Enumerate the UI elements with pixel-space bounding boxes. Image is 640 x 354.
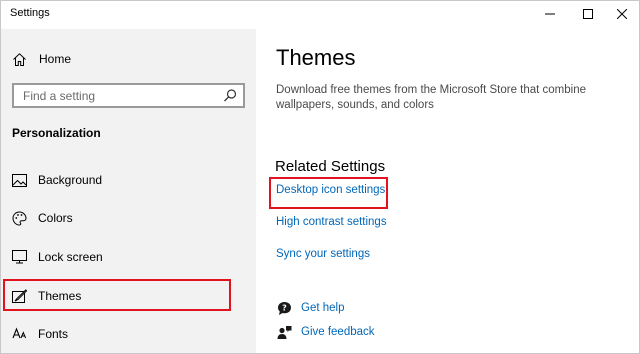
sidebar-item-fonts[interactable]: Fonts bbox=[11, 323, 241, 345]
high-contrast-settings-link[interactable]: High contrast settings bbox=[276, 216, 387, 228]
sidebar-item-label: Background bbox=[38, 173, 103, 187]
search-placeholder: Find a setting bbox=[23, 89, 96, 103]
sync-settings-link[interactable]: Sync your settings bbox=[276, 248, 370, 260]
close-icon bbox=[617, 9, 627, 19]
maximize-button[interactable] bbox=[567, 1, 609, 27]
home-icon bbox=[11, 51, 27, 67]
feedback-person-icon bbox=[276, 324, 292, 340]
related-settings-heading: Related Settings bbox=[275, 158, 386, 175]
minimize-button[interactable] bbox=[529, 1, 571, 27]
page-description: Download free themes from the Microsoft … bbox=[276, 84, 587, 111]
sidebar-item-label: Lock screen bbox=[38, 250, 103, 264]
close-button[interactable] bbox=[605, 1, 639, 27]
sidebar-item-label: Colors bbox=[38, 211, 73, 225]
get-help-link[interactable]: ? Get help bbox=[276, 299, 344, 317]
section-title: Personalization bbox=[12, 126, 101, 140]
font-icon bbox=[11, 326, 27, 342]
picture-icon bbox=[11, 172, 27, 188]
sidebar-item-label: Fonts bbox=[38, 327, 69, 341]
search-input[interactable]: Find a setting bbox=[12, 83, 245, 108]
page-title: Themes bbox=[276, 45, 356, 70]
minimize-icon bbox=[545, 13, 555, 15]
sidebar-item-background[interactable]: Background bbox=[11, 169, 241, 191]
monitor-icon bbox=[11, 249, 27, 265]
sidebar-item-home[interactable]: Home bbox=[11, 49, 71, 69]
desktop-icon-highlight-box bbox=[269, 177, 388, 209]
give-feedback-link[interactable]: Give feedback bbox=[276, 323, 375, 341]
help-chat-icon: ? bbox=[276, 300, 292, 316]
palette-icon bbox=[11, 210, 27, 226]
get-help-label: Get help bbox=[301, 302, 345, 314]
sidebar-item-lock-screen[interactable]: Lock screen bbox=[11, 246, 241, 268]
window-title: Settings bbox=[10, 7, 50, 19]
maximize-icon bbox=[583, 9, 593, 19]
svg-text:?: ? bbox=[282, 303, 287, 312]
home-label: Home bbox=[39, 52, 72, 66]
search-icon bbox=[224, 89, 237, 102]
sidebar-item-colors[interactable]: Colors bbox=[11, 207, 241, 229]
settings-window: Settings Home Find a setting Personaliza… bbox=[0, 0, 640, 354]
themes-highlight-box bbox=[3, 279, 231, 311]
give-feedback-label: Give feedback bbox=[301, 326, 375, 338]
title-bar: Settings bbox=[1, 1, 639, 29]
